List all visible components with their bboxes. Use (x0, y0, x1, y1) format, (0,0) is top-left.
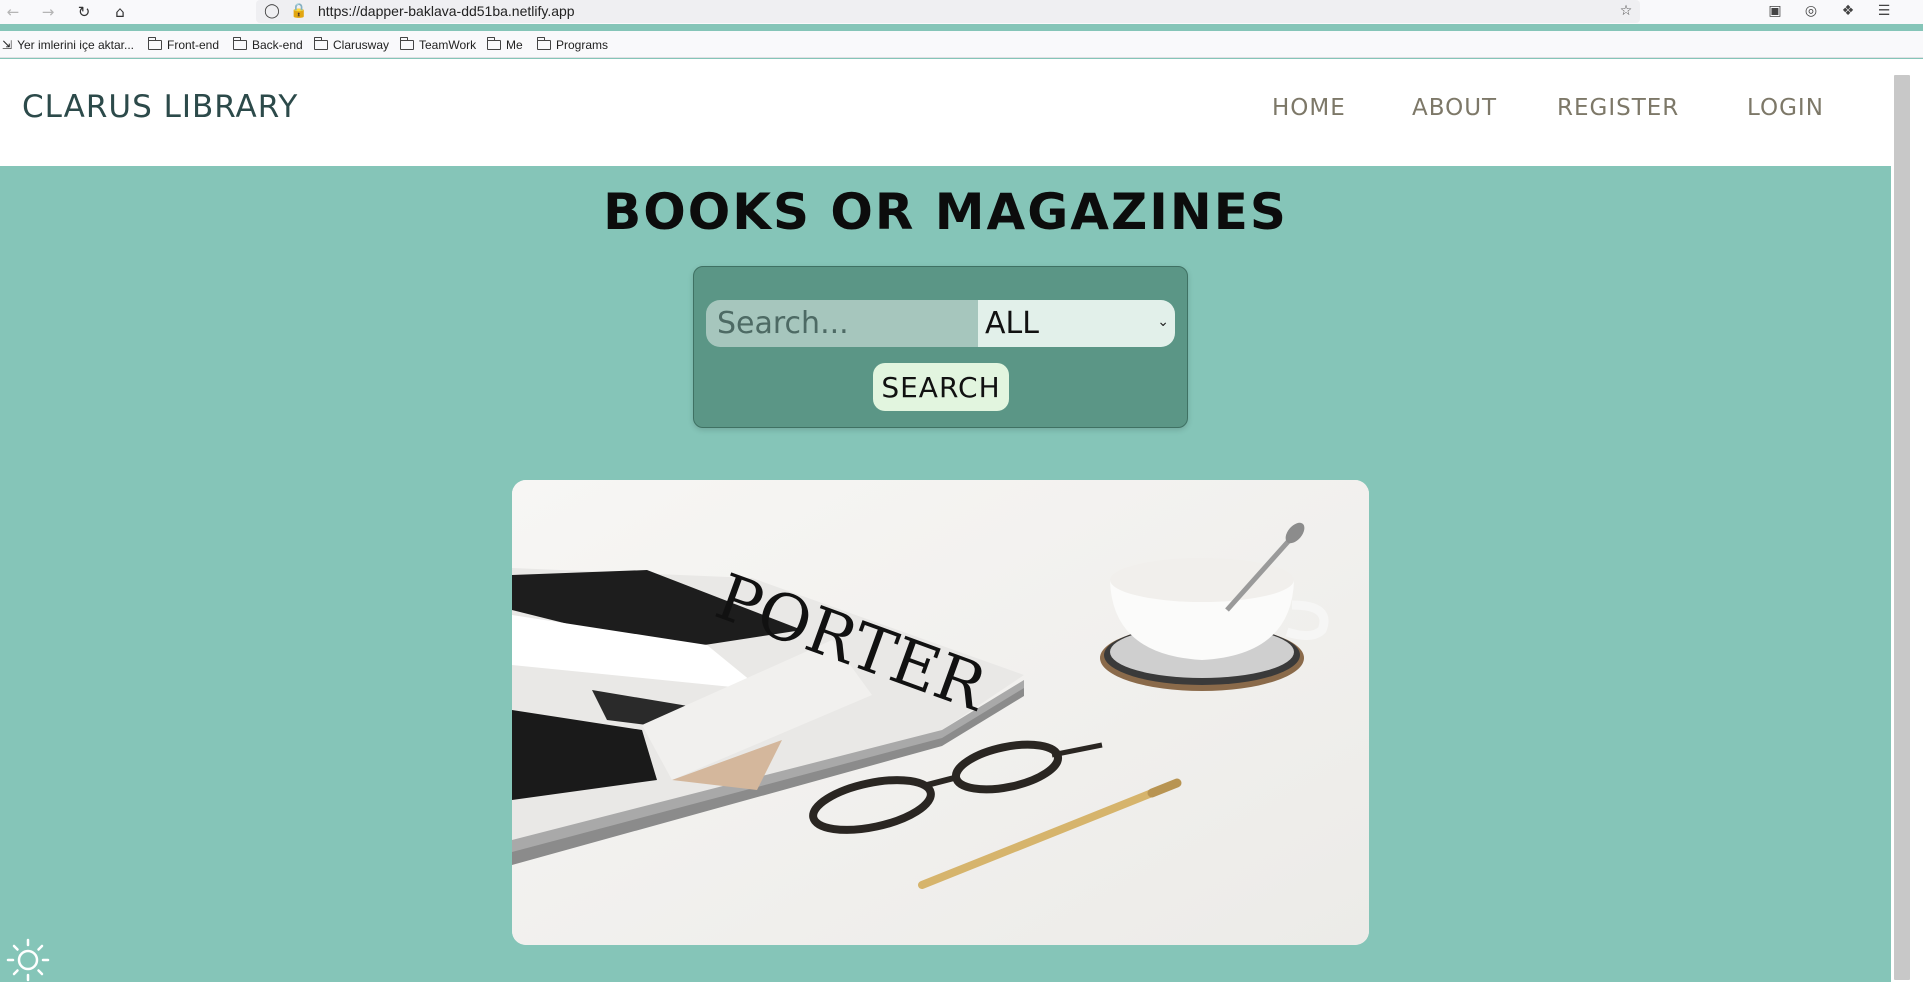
brand-logo[interactable]: CLARUS LIBRARY (22, 89, 298, 125)
nav-about[interactable]: ABOUT (1412, 95, 1497, 121)
hero-image: PORTER (512, 480, 1369, 945)
bookmark-teamwork[interactable]: TeamWork (400, 36, 476, 54)
bookmark-programs[interactable]: Programs (537, 36, 608, 54)
extensions-icon[interactable]: ❖ (1839, 2, 1857, 20)
search-input[interactable] (706, 300, 978, 347)
hero-photo-illustration: PORTER (512, 480, 1369, 945)
nav-register[interactable]: REGISTER (1557, 95, 1679, 121)
page-title: BOOKS OR MAGAZINES (603, 183, 1288, 241)
bookmark-front-end[interactable]: Front-end (148, 36, 219, 54)
category-selected-value: ALL (985, 306, 1039, 341)
home-icon[interactable]: ⌂ (110, 2, 130, 22)
nav-login[interactable]: LOGIN (1747, 95, 1824, 121)
folder-icon (314, 37, 328, 50)
folder-icon (233, 37, 247, 50)
chevron-down-icon: ⌄ (1157, 314, 1169, 330)
bookmark-back-end[interactable]: Back-end (233, 36, 303, 54)
bookmark-label: Me (506, 38, 523, 52)
bookmarks-bar: ⇲ Yer imlerini içe aktar... Front-end Ba… (0, 31, 1923, 58)
bookmark-label: Programs (556, 38, 609, 52)
browser-toolbar: ← → ↻ ⌂ ◯ 🔒 https://dapper-baklava-dd51b… (0, 0, 1923, 24)
lock-icon[interactable]: 🔒 (290, 2, 308, 20)
bookmark-label: Back-end (252, 38, 303, 52)
pocket-icon[interactable]: ▣ (1766, 2, 1784, 20)
bookmark-clarusway[interactable]: Clarusway (314, 36, 389, 54)
folder-icon (537, 37, 551, 50)
site-header: CLARUS LIBRARY HOME ABOUT REGISTER LOGIN (0, 59, 1891, 166)
bookmark-label: Front-end (167, 38, 220, 52)
reload-icon[interactable]: ↻ (74, 2, 94, 22)
folder-icon (148, 37, 162, 50)
shield-icon[interactable]: ◯ (263, 2, 281, 20)
folder-icon (487, 37, 501, 50)
back-icon[interactable]: ← (3, 2, 23, 22)
bookmark-label: Yer imlerini içe aktar... (17, 38, 134, 52)
url-text[interactable]: https://dapper-baklava-dd51ba.netlify.ap… (318, 3, 575, 19)
scrollbar-thumb[interactable] (1894, 75, 1910, 980)
bookmark-label: Clarusway (333, 38, 390, 52)
folder-icon (400, 37, 414, 50)
globe-icon[interactable]: ◎ (1802, 2, 1820, 20)
import-icon: ⇲ (2, 38, 13, 52)
search-panel: ALL ⌄ SEARCH (693, 266, 1188, 428)
bookmark-label: TeamWork (419, 38, 477, 52)
category-select[interactable]: ALL ⌄ (978, 300, 1175, 347)
search-button[interactable]: SEARCH (873, 363, 1009, 411)
bookmark-me[interactable]: Me (487, 36, 523, 54)
bookmark-import[interactable]: ⇲ Yer imlerini içe aktar... (2, 36, 134, 54)
nav-home[interactable]: HOME (1272, 95, 1346, 121)
star-icon[interactable]: ☆ (1617, 2, 1635, 20)
menu-icon[interactable]: ☰ (1875, 2, 1893, 20)
theme-toggle-sun-icon[interactable] (4, 938, 52, 982)
forward-icon[interactable]: → (38, 2, 58, 22)
